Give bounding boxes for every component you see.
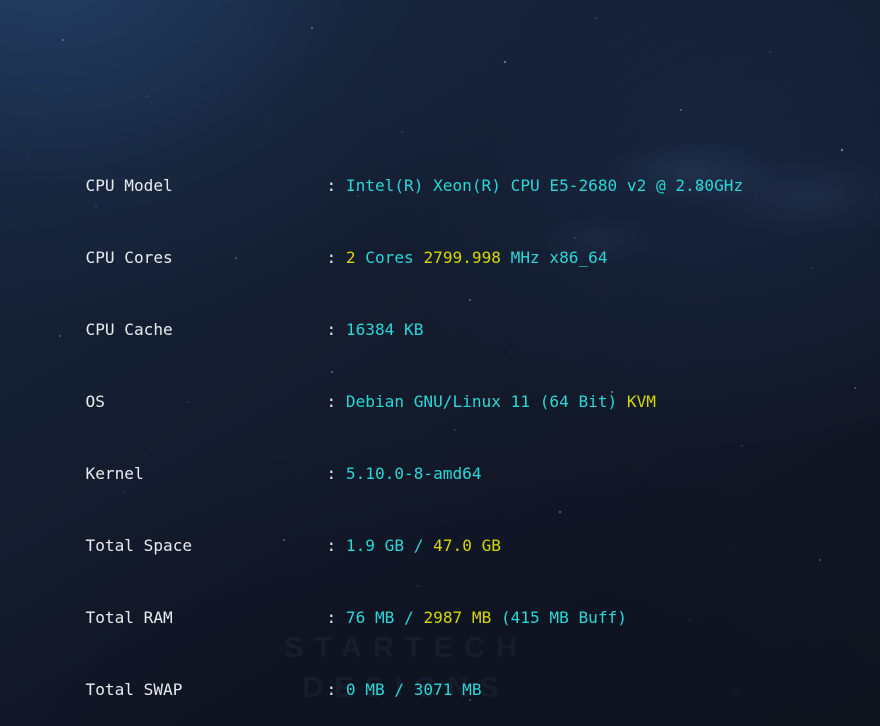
sysinfo-row: CPU Cores: 2 Cores 2799.998 MHz x86_64 <box>8 222 880 267</box>
sysinfo-row: Total Space: 1.9 GB / 47.0 GB <box>8 510 880 555</box>
sysinfo-label: CPU Cache <box>85 320 173 339</box>
sysinfo-colon: : <box>326 320 346 339</box>
sysinfo-value-part: MHz x86_64 <box>500 248 608 267</box>
sysinfo-row: OS: Debian GNU/Linux 11 (64 Bit) KVM <box>8 366 880 411</box>
sysinfo-value-part: Cores <box>355 248 424 267</box>
sysinfo-row: Total RAM: 76 MB / 2987 MB (415 MB Buff) <box>8 582 880 627</box>
sysinfo-value-part: 2 <box>345 248 356 267</box>
sysinfo-label: CPU Cores <box>85 248 173 267</box>
sysinfo-row: CPU Cache: 16384 KB <box>8 294 880 339</box>
sysinfo-label: Total SWAP <box>85 680 183 699</box>
sysinfo-value-part: (415 MB Buff) <box>491 608 627 627</box>
sysinfo-value-part: / <box>404 536 434 555</box>
sysinfo-label: CPU Model <box>85 176 173 195</box>
sysinfo-colon: : <box>326 464 346 483</box>
sysinfo-value: 16384 KB <box>345 320 424 339</box>
sysinfo-label: OS <box>85 392 105 411</box>
sysinfo-value-part: Debian GNU/Linux 11 (64 Bit) <box>345 392 627 411</box>
sysinfo-row: Total SWAP: 0 MB / 3071 MB <box>8 654 880 699</box>
sysinfo-label: Kernel <box>85 464 144 483</box>
sysinfo-value-part: 47.0 GB <box>433 536 501 555</box>
sysinfo-value-part: 2799.998 <box>423 248 501 267</box>
sysinfo-value-part: KVM <box>626 392 656 411</box>
sysinfo-colon: : <box>326 536 346 555</box>
terminal-window: STARTECH DESIGNS CPU Model: Intel(R) Xeo… <box>0 0 880 726</box>
sysinfo-row: CPU Model: Intel(R) Xeon(R) CPU E5-2680 … <box>8 150 880 195</box>
sysinfo-value-part: 1.9 GB <box>345 536 405 555</box>
sysinfo-colon: : <box>326 248 346 267</box>
sysinfo-label: Total Space <box>85 536 193 555</box>
sysinfo-colon: : <box>326 680 346 699</box>
sysinfo-colon: : <box>326 176 346 195</box>
system-info-section: CPU Model: Intel(R) Xeon(R) CPU E5-2680 … <box>8 102 880 726</box>
sysinfo-label: Total RAM <box>85 608 173 627</box>
terminal-output: CPU Model: Intel(R) Xeon(R) CPU E5-2680 … <box>0 0 880 726</box>
sysinfo-colon: : <box>326 608 346 627</box>
sysinfo-value-part: 2987 MB <box>423 608 492 627</box>
sysinfo-row: Kernel: 5.10.0-8-amd64 <box>8 438 880 483</box>
sysinfo-value-part: / <box>394 608 424 627</box>
sysinfo-value: 0 MB / 3071 MB <box>345 680 482 699</box>
sysinfo-value: 5.10.0-8-amd64 <box>345 464 482 483</box>
sysinfo-colon: : <box>326 392 346 411</box>
sysinfo-value: Intel(R) Xeon(R) CPU E5-2680 v2 @ 2.80GH… <box>345 176 744 195</box>
sysinfo-value-part: 76 MB <box>345 608 395 627</box>
